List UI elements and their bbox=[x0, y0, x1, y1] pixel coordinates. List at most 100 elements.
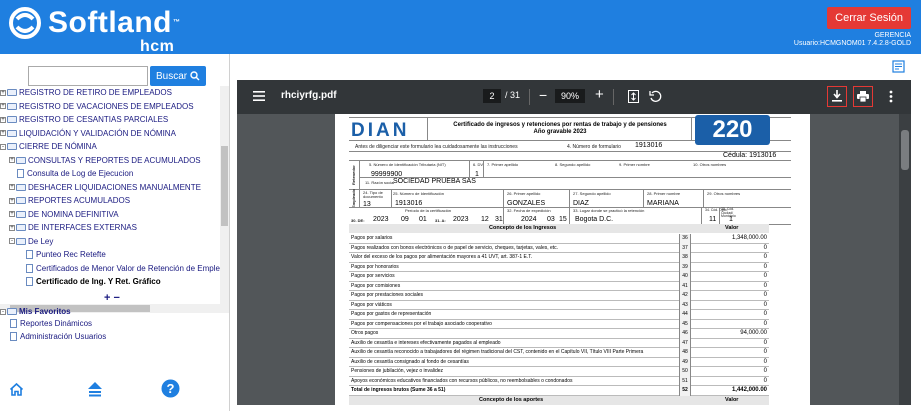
row-label: Pagos realizados con bonos electrónicos … bbox=[351, 244, 559, 251]
tree-item-label: Certificado de Ing. Y Ret. Gráfico bbox=[36, 277, 161, 286]
page-number-input[interactable]: 2 bbox=[483, 89, 501, 103]
tree-item-label: Punteo Rec Retefte bbox=[36, 250, 106, 259]
ingresos-header: Concepto de los Ingresos Valor bbox=[349, 224, 769, 233]
tree-item[interactable]: + CONSULTAS Y REPORTES DE ACUMULADOS bbox=[9, 154, 201, 167]
row-number: 45 bbox=[679, 319, 691, 329]
expand-icon[interactable]: + bbox=[9, 224, 15, 231]
table-row: Total de ingresos brutos (Sume 36 a 51) 5… bbox=[349, 386, 769, 396]
print-button[interactable] bbox=[853, 86, 873, 107]
row-label: Auxilio de cesantía e intereses efectiva… bbox=[351, 339, 501, 346]
row-label: Apoyos económicos educativos financiados… bbox=[351, 377, 573, 384]
tree-item[interactable]: + DE NOMINA DEFINITIVA bbox=[9, 208, 119, 221]
tree-item[interactable]: + DE INTERFACES EXTERNAS bbox=[9, 221, 137, 234]
row-label: Auxilio de cesantía reconocido a trabaja… bbox=[351, 349, 644, 355]
row-label: Pagos por gastos de representación bbox=[351, 311, 432, 317]
tree-item-label: Certificados de Menor Valor de Retención… bbox=[36, 263, 220, 273]
favorite-item[interactable]: Administración Usuarios bbox=[10, 332, 106, 341]
content-toolbar bbox=[230, 54, 921, 80]
tree-item[interactable]: - De Ley bbox=[9, 235, 53, 248]
dian-logo: DIAN bbox=[351, 120, 410, 141]
download-icon bbox=[832, 90, 842, 102]
expand-icon[interactable]: + bbox=[9, 197, 15, 204]
zoom-level[interactable]: 90% bbox=[555, 89, 585, 103]
download-button[interactable] bbox=[827, 86, 847, 107]
row-label: Pagos por prestaciones sociales bbox=[351, 292, 423, 298]
rotate-icon[interactable] bbox=[649, 90, 662, 103]
user-role: GERENCIA bbox=[874, 32, 911, 39]
row-value: 0 bbox=[763, 292, 767, 298]
row-value: 0 bbox=[763, 311, 767, 317]
expand-icon[interactable]: + bbox=[0, 103, 6, 109]
menu-icon[interactable] bbox=[253, 91, 265, 101]
tree-vertical-scrollbar[interactable] bbox=[220, 86, 229, 313]
folder-icon bbox=[7, 89, 17, 96]
app-header: Softland™ hcm Cerrar Sesión GERENCIA Usu… bbox=[0, 0, 921, 55]
favorite-item[interactable]: Reportes Dinámicos bbox=[10, 319, 92, 328]
fit-page-icon[interactable] bbox=[628, 90, 639, 103]
search-button-label: Buscar bbox=[156, 70, 188, 82]
search-input[interactable] bbox=[28, 66, 148, 86]
help-icon[interactable]: ? bbox=[161, 379, 180, 398]
expand-icon[interactable]: + bbox=[0, 116, 6, 123]
row-value: 0 bbox=[763, 254, 767, 260]
softland-logo-icon bbox=[8, 6, 42, 40]
more-options-icon[interactable] bbox=[889, 90, 893, 103]
zoom-in-icon[interactable]: + bbox=[595, 86, 604, 103]
layers-icon[interactable] bbox=[86, 380, 104, 398]
report-settings-icon[interactable] bbox=[892, 60, 905, 73]
table-row: Pagos por honorarios 39 0 bbox=[349, 262, 769, 272]
folder-icon bbox=[16, 197, 26, 204]
tree-item-label: CIERRE DE NÓMINA bbox=[19, 142, 97, 151]
pdf-viewer: rhciyrfg.pdf 2 / 31 − 90% + DIAN Certifi… bbox=[237, 80, 911, 405]
search-button[interactable]: Buscar bbox=[150, 66, 207, 86]
pdf-scrollbar[interactable] bbox=[899, 114, 911, 405]
row-number: 44 bbox=[679, 310, 691, 320]
expand-icon[interactable]: + bbox=[0, 89, 6, 96]
row-number: 47 bbox=[679, 338, 691, 348]
row-value: 0 bbox=[763, 358, 767, 365]
pdf-toolbar: rhciyrfg.pdf 2 / 31 − 90% + bbox=[237, 80, 911, 114]
collapse-icon[interactable]: - bbox=[9, 238, 15, 244]
tree-item[interactable]: + REGISTRO DE CESANTIAS PARCIALES bbox=[0, 113, 168, 126]
expand-icon[interactable]: + bbox=[0, 130, 6, 136]
expand-collapse-all[interactable]: + − bbox=[104, 292, 120, 304]
row-value: 0 bbox=[763, 301, 767, 308]
tree-item[interactable]: Certificados de Menor Valor de Retención… bbox=[18, 262, 220, 275]
tree-item-label: REGISTRO DE VACACIONES DE EMPLEADOS bbox=[19, 101, 194, 111]
tree-item[interactable]: Consulta de Log de Ejecucion bbox=[9, 167, 133, 180]
home-icon[interactable] bbox=[9, 382, 24, 397]
table-row: Pagos realizados con bonos electrónicos … bbox=[349, 243, 769, 253]
row-number: 48 bbox=[679, 348, 691, 358]
expand-icon[interactable]: + bbox=[9, 184, 15, 190]
tree-item[interactable]: - CIERRE DE NÓMINA bbox=[0, 140, 97, 153]
table-row: Auxilio de cesantía e intereses efectiva… bbox=[349, 338, 769, 348]
tree-item[interactable]: Punteo Rec Retefte bbox=[18, 248, 106, 261]
expand-icon[interactable]: + bbox=[9, 157, 15, 163]
tree-item[interactable]: + DESHACER LIQUIDACIONES MANUALMENTE bbox=[9, 181, 201, 194]
page-total: / 31 bbox=[505, 90, 521, 100]
folder-icon bbox=[7, 308, 17, 315]
user-name: Usuario:HCMGNOM01 7.4.2.8-GOLD bbox=[793, 40, 911, 47]
expand-icon[interactable]: + bbox=[9, 211, 15, 217]
row-label: Pagos por comisiones bbox=[351, 282, 401, 289]
zoom-out-icon[interactable]: − bbox=[539, 87, 547, 103]
favorites-title-row[interactable]: - Mis Favoritos bbox=[0, 307, 71, 316]
tree-item[interactable]: + REGISTRO DE RETIRO DE EMPLEADOS bbox=[0, 86, 172, 99]
logout-button[interactable]: Cerrar Sesión bbox=[827, 7, 911, 29]
row-value: 0 bbox=[763, 263, 767, 270]
row-label: Pagos por viáticos bbox=[351, 301, 392, 308]
document-icon bbox=[26, 277, 33, 286]
tree-item[interactable]: + REGISTRO DE VACACIONES DE EMPLEADOS bbox=[0, 100, 194, 113]
table-row: Pagos por prestaciones sociales 42 0 bbox=[349, 291, 769, 301]
aportes-header: Concepto de los aportes Valor bbox=[349, 396, 769, 405]
tree-item[interactable]: + REPORTES ACUMULADOS bbox=[9, 194, 130, 207]
search-bar: Buscar bbox=[28, 66, 207, 86]
row-number: 40 bbox=[679, 272, 691, 282]
folder-icon bbox=[16, 156, 26, 164]
row-number: 36 bbox=[679, 234, 691, 244]
favorites-title: Mis Favoritos bbox=[19, 307, 71, 316]
row-label: Pagos por servicios bbox=[351, 273, 395, 279]
tree-item[interactable]: Certificado de Ing. Y Ret. Gráfico bbox=[18, 275, 161, 288]
collapse-icon[interactable]: - bbox=[0, 143, 6, 150]
tree-item[interactable]: + LIQUIDACIÓN Y VALIDACIÓN DE NÓMINA bbox=[0, 127, 176, 140]
